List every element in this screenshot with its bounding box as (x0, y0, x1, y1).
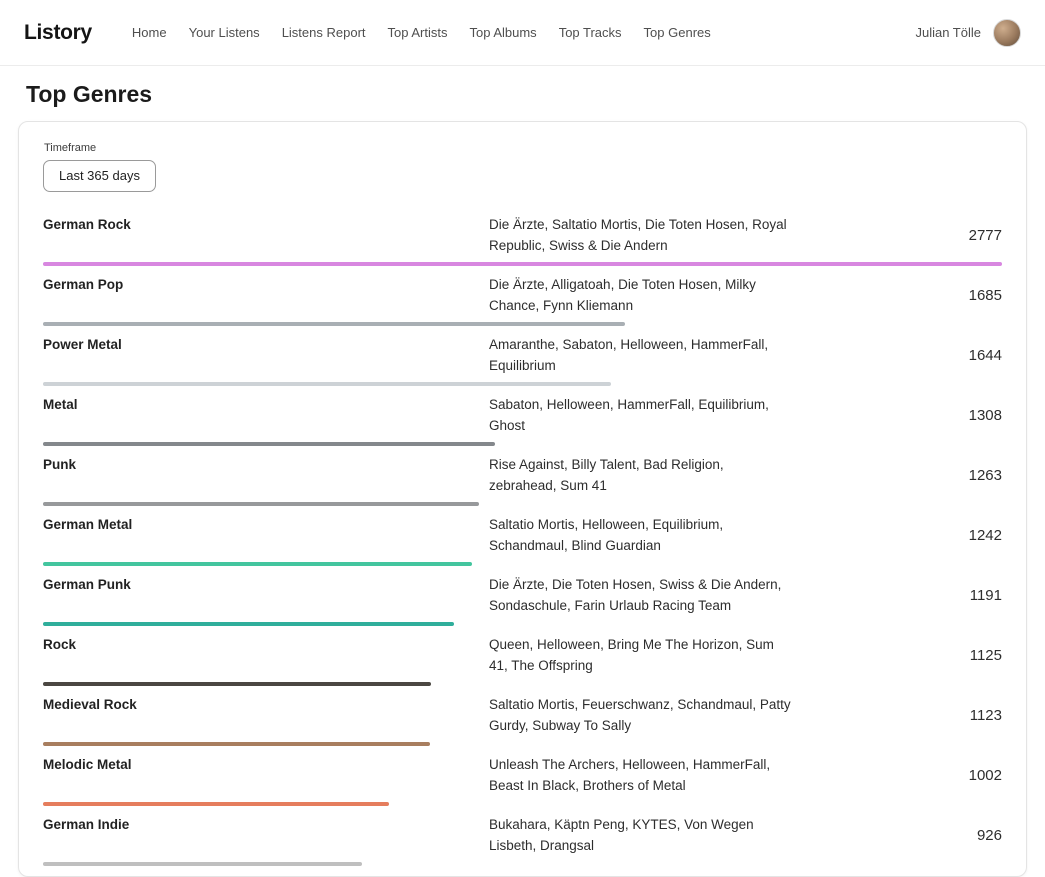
genre-count: 926 (801, 827, 1002, 844)
nav-item-top-artists[interactable]: Top Artists (388, 25, 448, 40)
genre-name: Metal (43, 394, 479, 436)
genre-artists: Rise Against, Billy Talent, Bad Religion… (489, 454, 791, 496)
genre-count: 1123 (801, 707, 1002, 724)
genre-name: Punk (43, 454, 479, 496)
genre-artists: Die Ärzte, Die Toten Hosen, Swiss & Die … (489, 574, 791, 616)
genre-name: German Metal (43, 514, 479, 556)
genre-name: German Indie (43, 814, 479, 856)
main-nav: Home Your Listens Listens Report Top Artist… (132, 25, 733, 40)
app-logo[interactable]: Listory (24, 21, 92, 45)
genre-row: German PopDie Ärzte, Alligatoah, Die Tot… (43, 266, 1002, 326)
genre-count: 1125 (801, 647, 1002, 664)
genre-count: 1644 (801, 347, 1002, 364)
genre-count: 1685 (801, 287, 1002, 304)
genre-artists: Amaranthe, Sabaton, Helloween, HammerFal… (489, 334, 791, 376)
nav-item-top-genres[interactable]: Top Genres (644, 25, 711, 40)
genre-name: Power Metal (43, 334, 479, 376)
nav-item-your-listens[interactable]: Your Listens (189, 25, 260, 40)
genre-row: Melodic MetalUnleash The Archers, Hellow… (43, 746, 1002, 806)
genre-name: Medieval Rock (43, 694, 479, 736)
genre-artists: Saltatio Mortis, Helloween, Equilibrium,… (489, 514, 791, 556)
genre-count: 1308 (801, 407, 1002, 424)
nav-right: Julian Tölle (915, 19, 1021, 47)
timeframe-label: Timeframe (44, 142, 1002, 154)
genre-name: German Rock (43, 214, 479, 256)
genre-name: German Punk (43, 574, 479, 616)
genre-artists: Die Ärzte, Saltatio Mortis, Die Toten Ho… (489, 214, 791, 256)
genre-row: German RockDie Ärzte, Saltatio Mortis, D… (43, 206, 1002, 266)
genre-name: Melodic Metal (43, 754, 479, 796)
user-name[interactable]: Julian Tölle (915, 25, 981, 40)
genre-artists: Bukahara, Käptn Peng, KYTES, Von Wegen L… (489, 814, 791, 856)
top-genres-card: Timeframe Last 365 days German RockDie Ä… (18, 121, 1027, 877)
genre-artists: Unleash The Archers, Helloween, HammerFa… (489, 754, 791, 796)
nav-item-home[interactable]: Home (132, 25, 167, 40)
genre-artists: Die Ärzte, Alligatoah, Die Toten Hosen, … (489, 274, 791, 316)
nav-item-top-tracks[interactable]: Top Tracks (559, 25, 622, 40)
genre-row: MetalSabaton, Helloween, HammerFall, Equ… (43, 386, 1002, 446)
genre-row: German IndieBukahara, Käptn Peng, KYTES,… (43, 806, 1002, 866)
genre-row: German PunkDie Ärzte, Die Toten Hosen, S… (43, 566, 1002, 626)
genre-artists: Saltatio Mortis, Feuerschwanz, Schandmau… (489, 694, 791, 736)
genre-row: German MetalSaltatio Mortis, Helloween, … (43, 506, 1002, 566)
genre-count: 1002 (801, 767, 1002, 784)
genre-table: German RockDie Ärzte, Saltatio Mortis, D… (43, 206, 1002, 866)
genre-count: 1263 (801, 467, 1002, 484)
nav-item-listens-report[interactable]: Listens Report (282, 25, 366, 40)
genre-name: Rock (43, 634, 479, 676)
page-title: Top Genres (26, 81, 1045, 108)
genre-row: RockQueen, Helloween, Bring Me The Horiz… (43, 626, 1002, 686)
timeframe-select[interactable]: Last 365 days (43, 160, 156, 192)
genre-row: Medieval RockSaltatio Mortis, Feuerschwa… (43, 686, 1002, 746)
genre-count: 1242 (801, 527, 1002, 544)
top-nav: Listory Home Your Listens Listens Report To… (0, 0, 1045, 66)
timeframe-control: Timeframe Last 365 days (43, 142, 1002, 192)
genre-name: German Pop (43, 274, 479, 316)
genre-row: Power MetalAmaranthe, Sabaton, Helloween… (43, 326, 1002, 386)
genre-count: 2777 (801, 227, 1002, 244)
user-avatar[interactable] (993, 19, 1021, 47)
genre-artists: Sabaton, Helloween, HammerFall, Equilibr… (489, 394, 791, 436)
genre-row: PunkRise Against, Billy Talent, Bad Reli… (43, 446, 1002, 506)
nav-item-top-albums[interactable]: Top Albums (469, 25, 536, 40)
genre-count: 1191 (801, 587, 1002, 604)
genre-artists: Queen, Helloween, Bring Me The Horizon, … (489, 634, 791, 676)
main-content: Top Genres Timeframe Last 365 days Germa… (0, 81, 1045, 877)
genre-bar (43, 862, 362, 866)
